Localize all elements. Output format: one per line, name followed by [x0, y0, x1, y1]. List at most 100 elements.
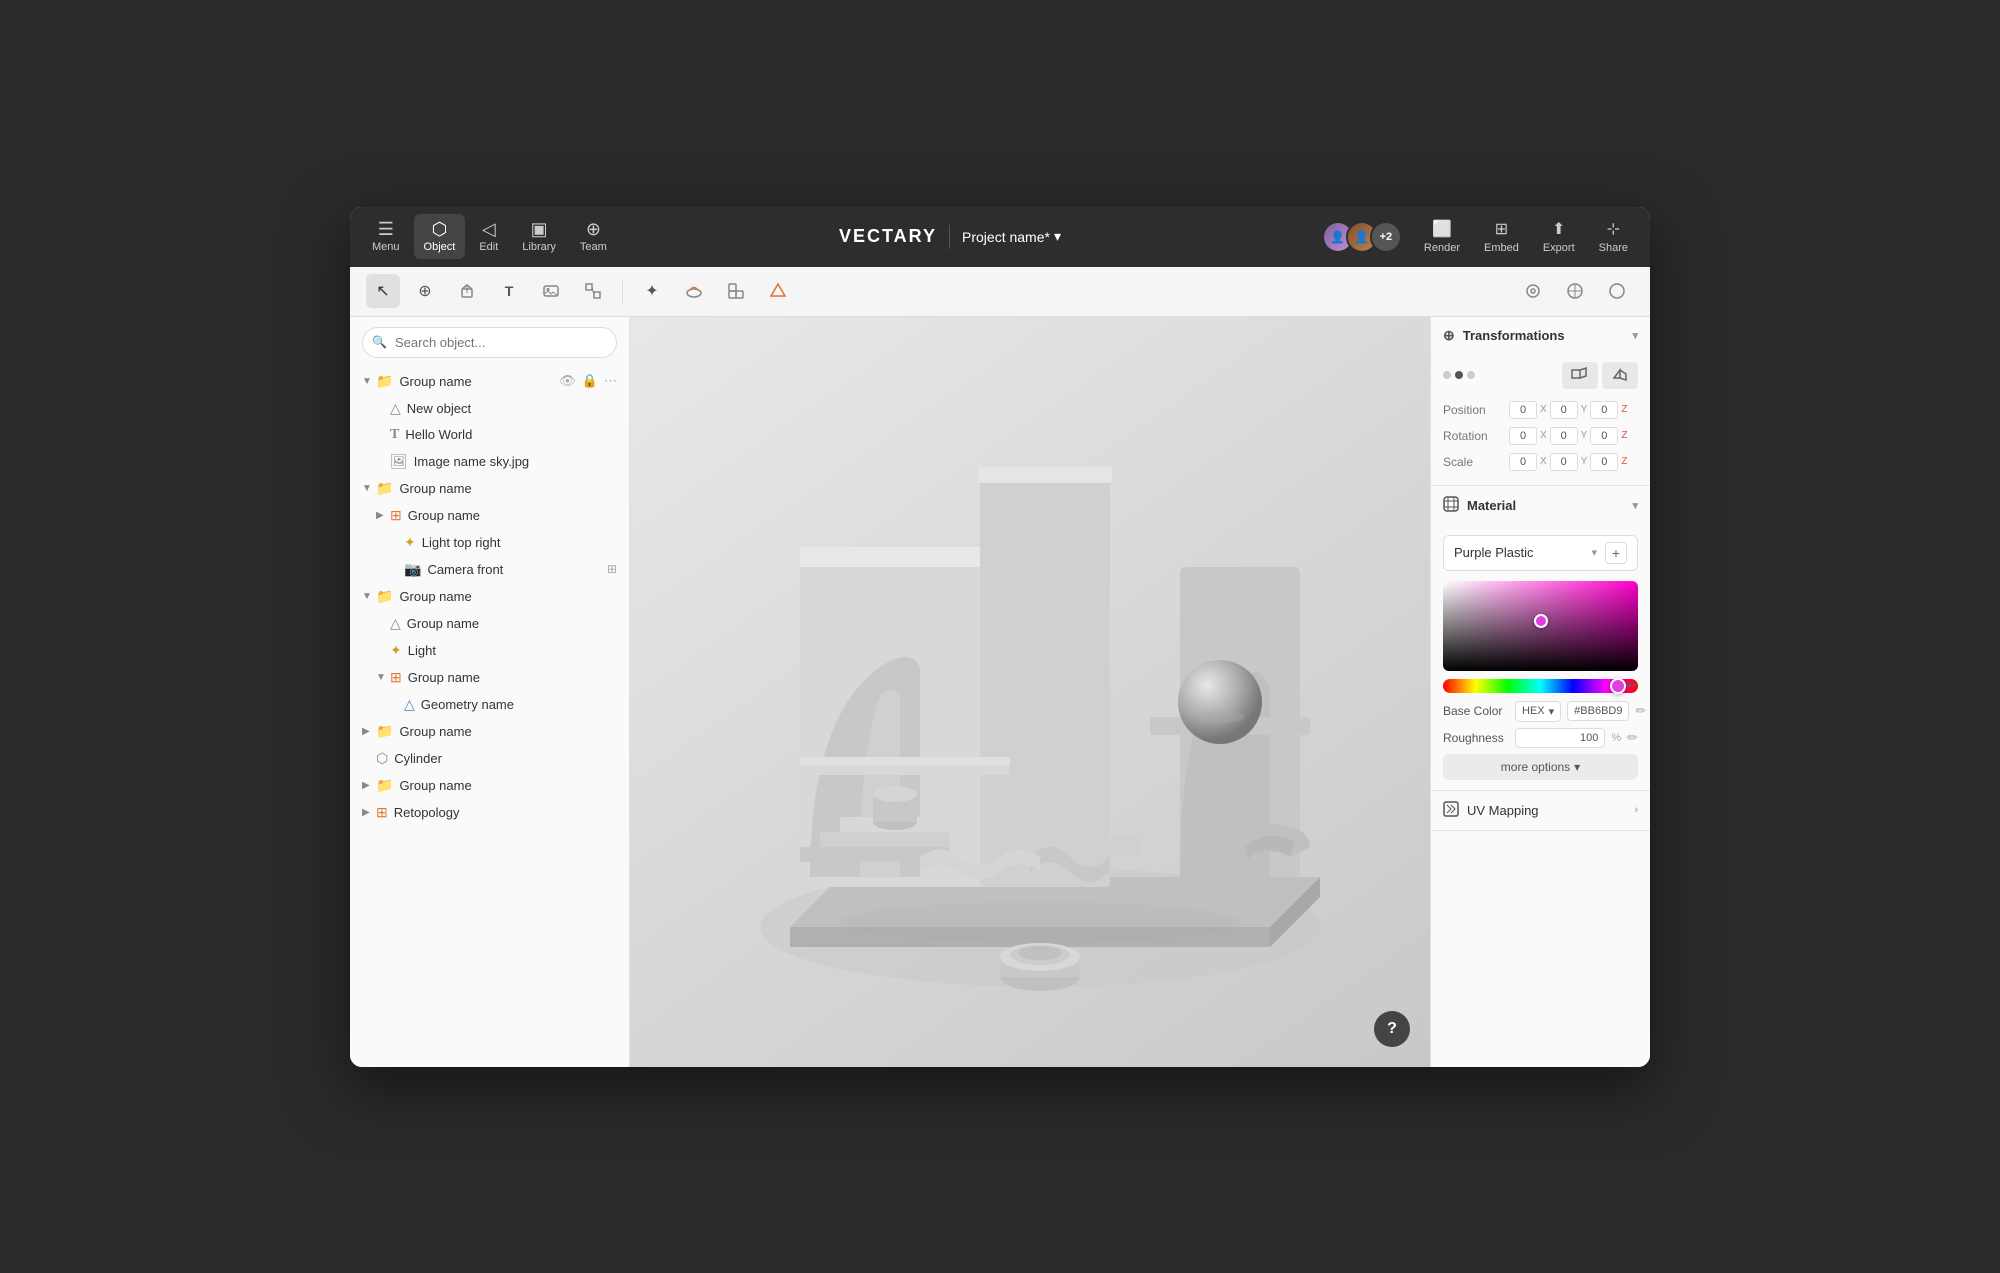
rot-x[interactable]: 0: [1509, 427, 1537, 445]
material-dropdown[interactable]: Purple Plastic ▾ +: [1443, 535, 1638, 571]
help-button[interactable]: ?: [1374, 1011, 1410, 1047]
folder-icon-g3: 📁: [376, 588, 393, 605]
tool-light[interactable]: ✦: [635, 274, 669, 308]
nav-library[interactable]: ▣ Library: [512, 214, 566, 259]
n1-label: New object: [407, 401, 617, 416]
tree-item-g3a[interactable]: △ Group name: [350, 610, 629, 637]
tree-item-g3b[interactable]: ▼ ⊞ Group name: [350, 664, 629, 691]
tool-group[interactable]: [719, 274, 753, 308]
rot-y-label: Y: [1581, 430, 1588, 441]
nav-menu[interactable]: ☰ Menu: [362, 214, 410, 259]
tree-item-cyl[interactable]: ⬡ Cylinder: [350, 745, 629, 772]
share-btn[interactable]: ⊹ Share: [1589, 213, 1638, 260]
tree-item-ret[interactable]: ▶ ⊞ Retopology: [350, 799, 629, 826]
tool-snap[interactable]: [1558, 274, 1592, 308]
folder-icon-g2: 📁: [376, 480, 393, 497]
tree-item-c1[interactable]: 📷 Camera front ⊞: [350, 556, 629, 583]
g4-label: Group name: [399, 724, 617, 739]
toolbar-sep-1: [622, 279, 623, 303]
hue-slider[interactable]: [1443, 679, 1638, 693]
tree-item-g1[interactable]: ▼ 📁 Group name 👁 🔒 ⋯: [350, 368, 629, 395]
eye-icon[interactable]: 👁: [559, 373, 576, 389]
tool-vector[interactable]: [576, 274, 610, 308]
tree-item-g3[interactable]: ▼ 📁 Group name: [350, 583, 629, 610]
render-btn[interactable]: ⬜ Render: [1414, 213, 1470, 260]
pivot-dot-3[interactable]: [1467, 371, 1475, 379]
pivot-dots: [1443, 371, 1475, 379]
nav-library-label: Library: [522, 241, 556, 253]
color-format-selector[interactable]: HEX ▾: [1515, 701, 1561, 722]
scale-z[interactable]: 0: [1590, 453, 1618, 471]
color-value-input[interactable]: #BB6BD9: [1567, 701, 1629, 721]
menu-icon: ☰: [378, 220, 394, 238]
hw-label: Hello World: [405, 427, 617, 442]
tree-item-g5[interactable]: ▶ 📁 Group name: [350, 772, 629, 799]
pos-y[interactable]: 0: [1550, 401, 1578, 419]
hue-thumb[interactable]: [1610, 678, 1626, 694]
tool-boolean[interactable]: [761, 274, 795, 308]
transformations-title: Transformations: [1463, 328, 1565, 343]
local-space-btn[interactable]: [1602, 362, 1638, 389]
project-name[interactable]: Project name* ▾: [962, 228, 1061, 245]
roughness-row: Roughness 100 % ✏: [1443, 728, 1638, 748]
share-icon: ⊹: [1607, 219, 1620, 239]
uv-row[interactable]: UV Mapping ›: [1431, 791, 1650, 830]
tool-text[interactable]: T: [492, 274, 526, 308]
folder-icon-g1: 📁: [376, 373, 393, 390]
more-icon[interactable]: ⋯: [604, 373, 617, 389]
pivot-dot-2[interactable]: [1455, 371, 1463, 379]
scale-x[interactable]: 0: [1509, 453, 1537, 471]
rotation-coords: 0 X 0 Y 0 Z: [1509, 427, 1638, 445]
tool-image[interactable]: [534, 274, 568, 308]
pencil-icon[interactable]: ✏: [1635, 703, 1646, 719]
pos-z[interactable]: 0: [1590, 401, 1618, 419]
rot-z[interactable]: 0: [1590, 427, 1618, 445]
nav-edit[interactable]: ◁ Edit: [469, 214, 508, 259]
tree-item-l1[interactable]: ✦ Light top right: [350, 529, 629, 556]
tool-circle[interactable]: [1600, 274, 1634, 308]
tree-item-geom[interactable]: △ Geometry name: [350, 691, 629, 718]
embed-btn[interactable]: ⊞ Embed: [1474, 213, 1529, 260]
rot-y[interactable]: 0: [1550, 427, 1578, 445]
top-bar: ☰ Menu ⬡ Object ◁ Edit ▣ Library ⊕ Team …: [350, 207, 1650, 267]
export-btn[interactable]: ⬆ Export: [1533, 213, 1585, 260]
g1-label: Group name: [399, 374, 559, 389]
tree-item-g4[interactable]: ▶ 📁 Group name: [350, 718, 629, 745]
pos-x[interactable]: 0: [1509, 401, 1537, 419]
tree-item-g2a[interactable]: ▶ ⊞ Group name: [350, 502, 629, 529]
world-space-btn[interactable]: [1562, 362, 1598, 389]
tree-item-hw[interactable]: T Hello World: [350, 422, 629, 448]
viewport[interactable]: ?: [630, 317, 1430, 1067]
add-material-btn[interactable]: +: [1605, 542, 1627, 564]
search-input[interactable]: [362, 327, 617, 358]
base-color-label: Base Color: [1443, 704, 1509, 718]
lock-icon[interactable]: 🔒: [582, 373, 598, 389]
material-header[interactable]: Material ▾: [1431, 486, 1650, 525]
tree-item-n1[interactable]: △ New object: [350, 395, 629, 422]
tree-item-g2[interactable]: ▼ 📁 Group name: [350, 475, 629, 502]
transformations-header[interactable]: ⊕ Transformations ▾: [1431, 317, 1650, 354]
tool-target[interactable]: [1516, 274, 1550, 308]
g2-label: Group name: [399, 481, 617, 496]
tool-box[interactable]: [450, 274, 484, 308]
top-bar-center: VECTARY Project name* ▾: [582, 225, 1318, 249]
color-picker[interactable]: [1443, 581, 1638, 671]
nav-menu-label: Menu: [372, 241, 400, 253]
tool-sculpt[interactable]: [677, 274, 711, 308]
scale-y[interactable]: 0: [1550, 453, 1578, 471]
tree-item-lt[interactable]: ✦ Light: [350, 637, 629, 664]
pivot-dot-1[interactable]: [1443, 371, 1451, 379]
color-picker-dot[interactable]: [1534, 614, 1548, 628]
transform-btn-group: [1562, 362, 1638, 389]
roughness-pencil[interactable]: ✏: [1627, 730, 1638, 746]
nav-object[interactable]: ⬡ Object: [414, 214, 466, 259]
tool-select[interactable]: ↖: [366, 274, 400, 308]
eyedrop-btn[interactable]: ✏: [1626, 677, 1638, 694]
tool-transform[interactable]: ⊕: [408, 274, 442, 308]
roughness-input[interactable]: 100: [1515, 728, 1605, 748]
more-options-btn[interactable]: more options ▾: [1443, 754, 1638, 780]
project-chevron: ▾: [1054, 228, 1061, 245]
camera-action[interactable]: ⊞: [607, 562, 617, 576]
tree-item-img[interactable]: 🖼 Image name sky.jpg: [350, 448, 629, 475]
position-label: Position: [1443, 403, 1503, 417]
